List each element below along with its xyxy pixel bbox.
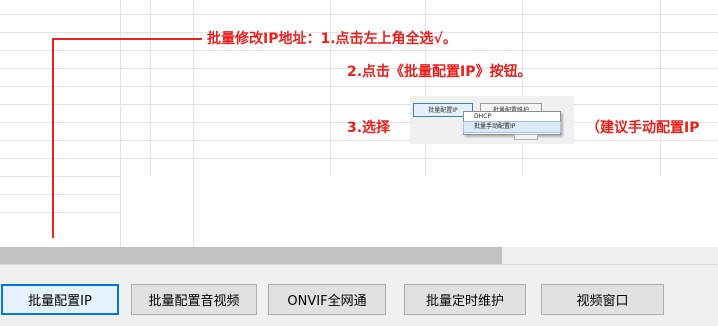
table-row[interactable] (0, 140, 718, 141)
table-row[interactable] (0, 50, 718, 51)
onvif-button[interactable]: ONVIF全网通 (268, 284, 386, 315)
video-window-button[interactable]: 视频窗口 (541, 284, 664, 315)
column-divider (150, 0, 151, 176)
inset-menu-item: DHCP (474, 113, 491, 120)
bottom-toolbar: 批量配置IP 批量配置音视频 ONVIF全网通 批量定时维护 视频窗口 (0, 264, 718, 326)
annotation-bracket-horizontal (52, 38, 202, 40)
table-row[interactable] (0, 86, 718, 87)
table-row[interactable] (0, 14, 718, 15)
column-divider (522, 0, 523, 176)
annotation-line1: 批量修改IP地址：1.点击左上角全选√。 (207, 31, 457, 47)
column-divider (330, 0, 331, 176)
batch-config-av-button[interactable]: 批量配置音视频 (131, 284, 257, 315)
table-row[interactable] (0, 104, 718, 105)
table-row[interactable] (0, 212, 120, 213)
annotation-line3-suffix: （建议手动配置IP (586, 120, 700, 136)
inset-menu-item: 批量手动配置IP (463, 121, 561, 133)
table-row[interactable] (0, 158, 718, 159)
table-row[interactable] (0, 194, 120, 195)
batch-schedule-maintain-button[interactable]: 批量定时维护 (404, 284, 526, 315)
inset-dropdown-menu: DHCP 批量手动配置IP (463, 111, 561, 135)
table-row[interactable] (0, 176, 120, 177)
column-divider (425, 0, 426, 176)
inset-small-control (514, 134, 538, 140)
column-divider (660, 0, 661, 176)
annotation-bracket-vertical (52, 38, 54, 238)
annotation-line2: 2.点击《批量配置IP》按钮。 (347, 64, 532, 80)
scrollbar-thumb[interactable] (0, 247, 502, 264)
batch-config-ip-button[interactable]: 批量配置IP (1, 284, 119, 315)
annotation-line3-prefix: 3.选择 (347, 120, 391, 136)
popup-snapshot: 批量配置IP 批量配置维护 DHCP 批量手动配置IP (410, 96, 574, 144)
